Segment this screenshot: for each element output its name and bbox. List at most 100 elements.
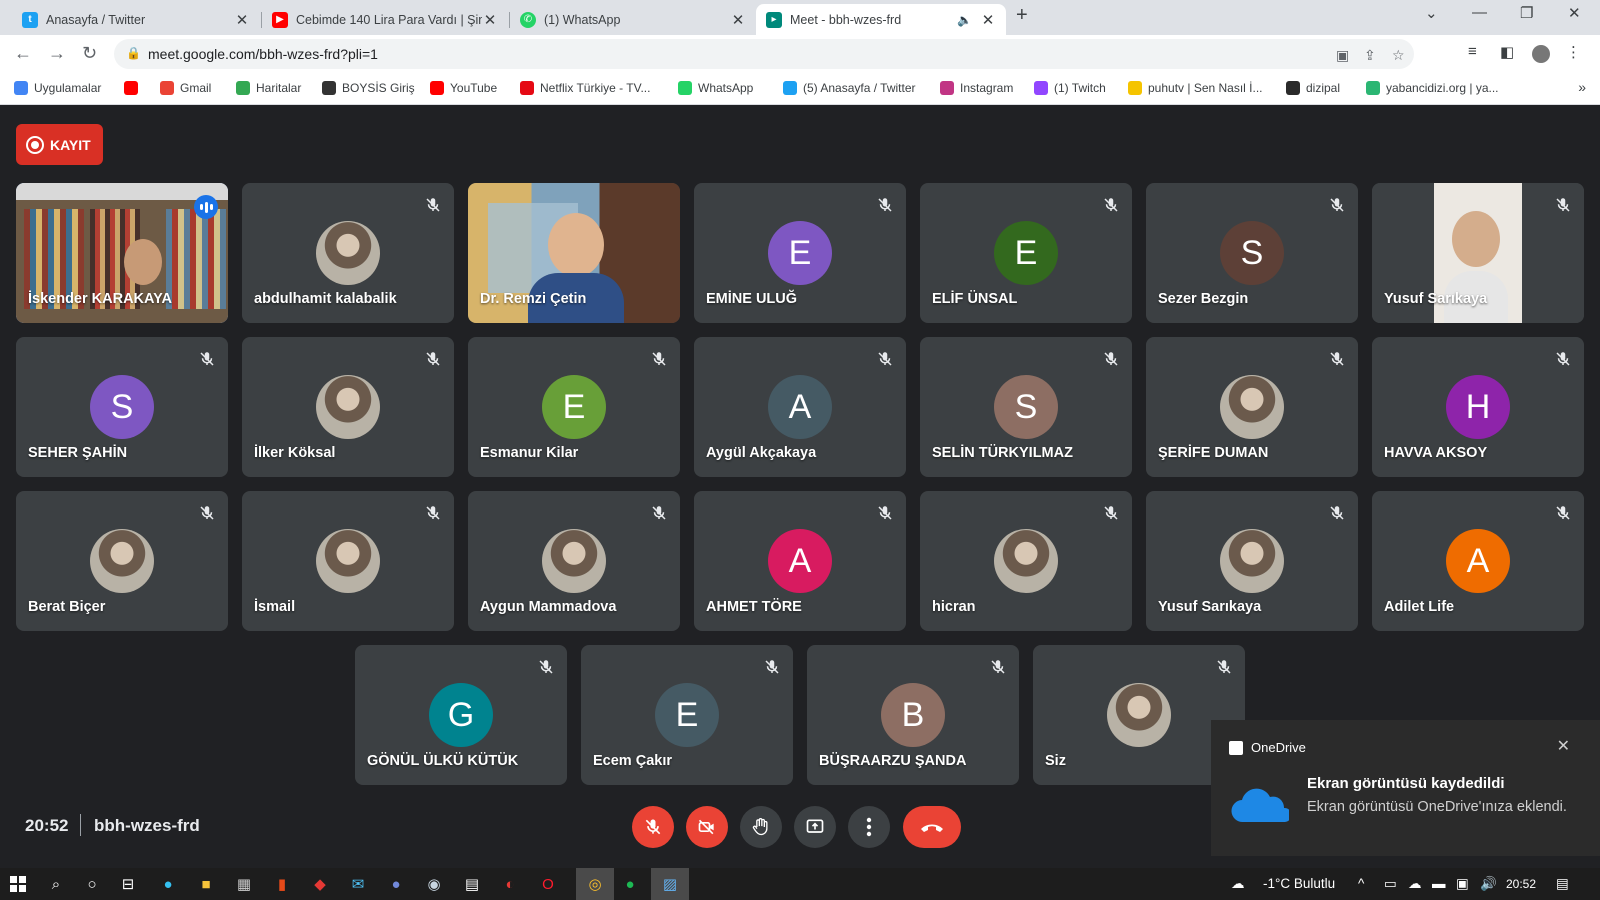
close-tab-icon[interactable]: ✕ — [482, 11, 498, 29]
participant-tile[interactable]: İlker Köksal — [242, 337, 454, 477]
epic-games-icon[interactable]: ▤ — [462, 874, 482, 894]
leave-call-button[interactable] — [903, 806, 961, 848]
speaker-icon[interactable]: 🔈 — [957, 13, 972, 27]
close-tab-icon[interactable]: ✕ — [980, 11, 996, 29]
tab-search-icon[interactable]: ⌄ — [1425, 4, 1438, 22]
participant-tile[interactable]: Yusuf Sarıkaya — [1372, 183, 1584, 323]
participant-tile[interactable]: A Aygül Akçakaya — [694, 337, 906, 477]
reload-icon[interactable]: ↻ — [82, 43, 97, 64]
onedrive-notification[interactable]: OneDrive ✕ Ekran görüntüsü kaydedildi Ek… — [1211, 720, 1600, 856]
close-tab-icon[interactable]: ✕ — [234, 11, 250, 29]
new-tab-button[interactable]: + — [1016, 4, 1028, 27]
side-panel-icon[interactable]: ◧ — [1500, 43, 1514, 61]
camera-toggle-button[interactable] — [686, 806, 728, 848]
tab-meet[interactable]: ▸ Meet - bbh-wzes-frd 🔈 ✕ — [756, 4, 1006, 35]
bookmark-item[interactable]: Gmail — [160, 81, 211, 95]
edge-icon[interactable]: ● — [158, 874, 178, 894]
steam-icon[interactable]: ◉ — [424, 874, 444, 894]
participant-tile[interactable]: Yusuf Sarıkaya — [1146, 491, 1358, 631]
bookmark-item[interactable]: YouTube — [430, 81, 497, 95]
participant-tile[interactable]: S SEHER ŞAHİN — [16, 337, 228, 477]
file-explorer-icon[interactable]: ■ — [196, 874, 216, 894]
notifications-icon[interactable]: ▤ — [1556, 876, 1569, 892]
tab-twitter[interactable]: t Anasayfa / Twitter ✕ — [12, 4, 260, 35]
bookmark-item[interactable]: BOYSİS Giriş — [322, 81, 415, 95]
address-bar[interactable]: 🔒 meet.google.com/bbh-wzes-frd?pli=1 ▣ ⇪… — [114, 39, 1414, 69]
mic-toggle-button[interactable] — [632, 806, 674, 848]
participant-tile[interactable]: Berat Biçer — [16, 491, 228, 631]
bookmark-item[interactable]: yabancidizi.org | ya... — [1366, 81, 1499, 95]
participant-tile[interactable]: A AHMET TÖRE — [694, 491, 906, 631]
profile-avatar[interactable] — [1532, 45, 1550, 63]
star-icon[interactable]: ☆ — [1392, 47, 1405, 64]
tab-youtube[interactable]: ▶ Cebimde 140 Lira Para Vardı | Şim ✕ — [262, 4, 508, 35]
bookmark-item[interactable]: dizipal — [1286, 81, 1340, 95]
cortana-icon[interactable]: ○ — [82, 874, 102, 894]
participant-tile[interactable]: İskender KARAKAYA — [16, 183, 228, 323]
tray-app-icon[interactable]: ▭ — [1384, 876, 1397, 892]
participant-tile[interactable]: B BÜŞRAARZU ŞANDA — [807, 645, 1019, 785]
participant-tile[interactable]: hicran — [920, 491, 1132, 631]
weather-icon[interactable]: ☁ — [1231, 876, 1245, 892]
minimize-button[interactable]: — — [1472, 4, 1487, 21]
url-text[interactable]: meet.google.com/bbh-wzes-frd?pli=1 — [148, 46, 378, 62]
spotify-icon[interactable]: ● — [620, 874, 640, 894]
volume-icon[interactable]: 🔊 — [1480, 876, 1497, 892]
back-icon[interactable]: ← — [14, 43, 32, 64]
photos-icon[interactable]: ▨ — [651, 868, 689, 900]
close-window-button[interactable]: ✕ — [1568, 4, 1581, 22]
participant-tile[interactable]: Aygun Mammadova — [468, 491, 680, 631]
participant-tile[interactable]: E Ecem Çakır — [581, 645, 793, 785]
weather-text[interactable]: -1°C Bulutlu — [1263, 876, 1335, 891]
store-icon[interactable]: ▦ — [234, 874, 254, 894]
network-icon[interactable]: ▣ — [1456, 876, 1469, 892]
raise-hand-button[interactable] — [740, 806, 782, 848]
taskbar-clock[interactable]: 20:52 — [1506, 877, 1536, 891]
cast-icon[interactable]: ▣ — [1336, 47, 1349, 64]
participant-tile[interactable]: Dr. Remzi Çetin — [468, 183, 680, 323]
participant-tile[interactable]: H HAVVA AKSOY — [1372, 337, 1584, 477]
search-icon[interactable]: ⌕ — [46, 874, 66, 894]
forward-icon[interactable]: → — [48, 43, 66, 64]
participant-tile[interactable]: S Sezer Bezgin — [1146, 183, 1358, 323]
share-icon[interactable]: ⇪ — [1364, 47, 1376, 64]
bookmark-item[interactable]: Netflix Türkiye - TV... — [520, 81, 650, 95]
close-tab-icon[interactable]: ✕ — [730, 11, 746, 29]
bookmark-item[interactable]: Haritalar — [236, 81, 301, 95]
bookmark-item[interactable]: WhatsApp — [678, 81, 753, 95]
bookmark-item[interactable]: puhutv | Sen Nasıl İ... — [1128, 81, 1263, 95]
game-launcher-icon[interactable]: ◐ — [500, 874, 520, 894]
bookmark-item[interactable] — [124, 81, 144, 95]
lock-icon[interactable]: 🔒 — [126, 46, 141, 60]
menu-icon[interactable]: ⋮ — [1566, 43, 1581, 61]
app-icon[interactable]: ◆ — [310, 874, 330, 894]
bookmark-item[interactable]: Instagram — [940, 81, 1013, 95]
participant-tile[interactable]: A Adilet Life — [1372, 491, 1584, 631]
opera-icon[interactable]: O — [538, 874, 558, 894]
media-icon[interactable]: ≡ — [1468, 43, 1477, 60]
windows-start-icon[interactable] — [8, 874, 28, 894]
present-screen-button[interactable] — [794, 806, 836, 848]
battery-icon[interactable]: ▬ — [1432, 876, 1446, 891]
participant-tile[interactable]: E EMİNE ULUĞ — [694, 183, 906, 323]
notification-close-icon[interactable]: ✕ — [1557, 736, 1570, 756]
participant-tile[interactable]: E ELİF ÜNSAL — [920, 183, 1132, 323]
bookmark-item[interactable]: (1) Twitch — [1034, 81, 1106, 95]
participant-tile[interactable]: ŞERİFE DUMAN — [1146, 337, 1358, 477]
discord-icon[interactable]: ● — [386, 874, 406, 894]
task-view-icon[interactable]: ⊟ — [118, 874, 138, 894]
participant-tile[interactable]: abdulhamit kalabalik — [242, 183, 454, 323]
participant-tile[interactable]: İsmail — [242, 491, 454, 631]
onedrive-tray-icon[interactable]: ☁ — [1408, 876, 1422, 892]
participant-tile[interactable]: E Esmanur Kilar — [468, 337, 680, 477]
tray-expand-icon[interactable]: ^ — [1358, 876, 1364, 891]
chrome-icon[interactable]: ◎ — [576, 868, 614, 900]
participant-tile[interactable]: G GÖNÜL ÜLKÜ KÜTÜK — [355, 645, 567, 785]
bookmark-item[interactable]: Uygulamalar — [14, 81, 101, 95]
office-icon[interactable]: ▮ — [272, 874, 292, 894]
bookmarks-more-icon[interactable]: » — [1578, 79, 1586, 95]
more-options-button[interactable] — [848, 806, 890, 848]
restore-button[interactable]: ❐ — [1520, 4, 1533, 22]
bookmark-item[interactable]: (5) Anasayfa / Twitter — [783, 81, 916, 95]
mail-icon[interactable]: ✉ — [348, 874, 368, 894]
